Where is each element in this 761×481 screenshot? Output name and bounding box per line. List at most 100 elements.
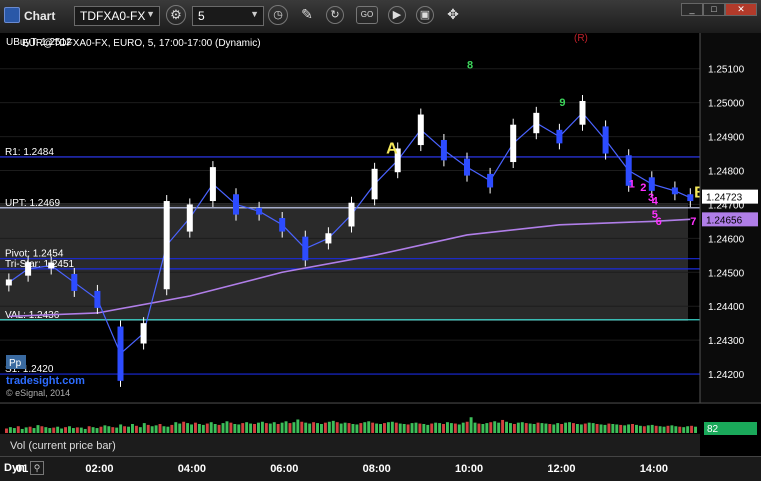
copyright-text: © eSignal, 2014 bbox=[6, 388, 70, 398]
volume-bar bbox=[178, 423, 182, 433]
y-tick-label: 1.25000 bbox=[708, 99, 745, 110]
volume-bar bbox=[390, 421, 394, 433]
price-point bbox=[233, 194, 239, 215]
volume-bar bbox=[300, 421, 304, 433]
volume-bar bbox=[272, 422, 276, 433]
volume-bar bbox=[477, 423, 481, 433]
volume-bar bbox=[418, 423, 422, 433]
volume-bar bbox=[123, 426, 127, 433]
chart-window: Chart TDFXA0-FX ▼ ⚙ 5 ▼ ◷ ✎ ↻ GO ▶ ▣ ✥ _… bbox=[0, 0, 761, 481]
volume-bar bbox=[642, 426, 646, 433]
close-button[interactable]: ✕ bbox=[725, 3, 757, 16]
volume-bar bbox=[635, 424, 638, 433]
volume-bar bbox=[453, 423, 457, 433]
price-point bbox=[417, 114, 424, 146]
pan-icon[interactable]: ✥ bbox=[444, 6, 462, 24]
interval-select[interactable]: 5 ▼ bbox=[192, 6, 264, 26]
volume-bar bbox=[465, 421, 469, 433]
maximize-button[interactable]: □ bbox=[703, 3, 725, 16]
price-chart[interactable]: R1: 1.2484UPT: 1.2469Pivot: 1.2454Tri-St… bbox=[0, 33, 761, 456]
volume-bar bbox=[52, 427, 56, 433]
volume-bar bbox=[552, 424, 556, 433]
volume-bar bbox=[516, 422, 520, 433]
volume-bar bbox=[536, 422, 540, 433]
volume-bar bbox=[36, 425, 40, 433]
clock-icon[interactable]: ◷ bbox=[268, 5, 288, 25]
volume-bar bbox=[631, 424, 634, 433]
volume-bar bbox=[544, 423, 548, 433]
price-point bbox=[464, 158, 470, 176]
volume-bar bbox=[68, 426, 71, 433]
volume-bar bbox=[438, 423, 442, 433]
price-point bbox=[602, 126, 609, 154]
volume-last: 82 bbox=[707, 424, 719, 435]
settings-gear-icon[interactable]: ⚙ bbox=[166, 5, 186, 25]
volume-bar bbox=[304, 422, 308, 433]
volume-bar bbox=[572, 423, 575, 433]
price-point bbox=[687, 194, 694, 202]
volume-bar bbox=[509, 423, 512, 433]
volume-bar bbox=[678, 426, 682, 433]
volume-bar bbox=[166, 426, 170, 433]
price-point bbox=[325, 233, 332, 244]
volume-bar bbox=[249, 423, 253, 433]
minimize-button[interactable]: _ bbox=[681, 3, 703, 16]
price-point bbox=[648, 177, 655, 191]
volume-bar bbox=[461, 422, 465, 433]
volume-bar bbox=[473, 422, 477, 433]
volume-bar bbox=[611, 424, 615, 433]
volume-bar bbox=[95, 428, 99, 433]
volume-bar bbox=[615, 424, 619, 433]
pencil-icon[interactable]: ✎ bbox=[298, 6, 316, 24]
y-tick-label: 1.24600 bbox=[708, 234, 745, 245]
price-point bbox=[348, 202, 355, 227]
volume-bar bbox=[363, 422, 367, 433]
volume-bar bbox=[48, 428, 52, 433]
volume-bar bbox=[87, 426, 91, 433]
x-tick-label: 10:00 bbox=[455, 463, 484, 475]
pivot-level-label: R1: 1.2484 bbox=[5, 147, 54, 158]
watermark-text: tradesight.com bbox=[6, 375, 85, 387]
volume-bar bbox=[343, 422, 347, 433]
x-tick-label: 12:00 bbox=[547, 463, 576, 475]
volume-bar bbox=[623, 425, 627, 433]
volume-bar bbox=[111, 427, 115, 433]
volume-bar bbox=[134, 425, 138, 433]
x-tick-label: 14:00 bbox=[639, 463, 668, 475]
volume-bar bbox=[201, 424, 205, 433]
volume-bar bbox=[379, 424, 382, 433]
annotation-label: 4 bbox=[652, 195, 659, 207]
interval-value: 5 bbox=[198, 9, 205, 23]
volume-bar bbox=[568, 422, 571, 433]
chevron-down-icon: ▼ bbox=[250, 9, 259, 19]
volume-bar bbox=[548, 424, 552, 433]
volume-bar bbox=[8, 427, 12, 433]
volume-bar bbox=[253, 424, 256, 433]
price-point bbox=[140, 323, 147, 344]
volume-bar bbox=[386, 422, 390, 433]
volume-bar bbox=[99, 426, 103, 433]
clipboard-icon[interactable]: ▣ bbox=[416, 6, 434, 24]
r-marker: (R) bbox=[574, 33, 588, 44]
price-point bbox=[5, 279, 12, 286]
volume-bar bbox=[690, 425, 694, 433]
price-point bbox=[371, 168, 378, 200]
volume-bar bbox=[650, 424, 654, 433]
zoom-icon[interactable]: ⚲ bbox=[30, 461, 44, 475]
price-point bbox=[209, 167, 216, 202]
volume-bar bbox=[406, 424, 410, 433]
volume-bar bbox=[414, 422, 418, 433]
volume-bar bbox=[323, 422, 327, 433]
symbol-input[interactable]: TDFXA0-FX ▼ bbox=[74, 6, 160, 26]
value-area-band bbox=[0, 203, 688, 321]
annotation-label: 7 bbox=[690, 216, 696, 228]
play-icon[interactable]: ▶ bbox=[388, 6, 406, 24]
y-tick-label: 1.24800 bbox=[708, 167, 745, 178]
last-price-value: 1.24723 bbox=[706, 193, 743, 204]
volume-bar bbox=[485, 423, 489, 433]
volume-bar bbox=[331, 420, 335, 433]
volume-bar bbox=[512, 424, 516, 433]
study-icon[interactable]: GO bbox=[356, 6, 378, 24]
refresh-icon[interactable]: ↻ bbox=[326, 6, 344, 24]
volume-bar bbox=[296, 419, 300, 433]
